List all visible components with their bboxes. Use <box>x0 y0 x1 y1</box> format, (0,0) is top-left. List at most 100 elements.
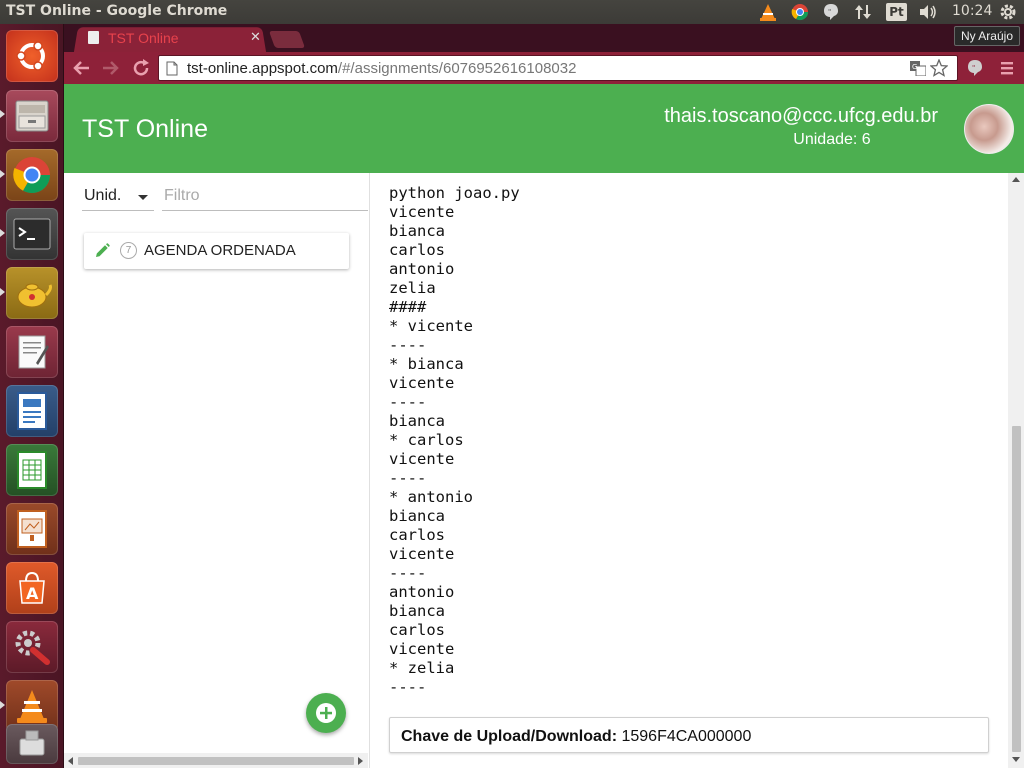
output-line: * vicente <box>389 317 473 335</box>
output-line: ---- <box>389 678 427 696</box>
output-line: ---- <box>389 393 427 411</box>
page-icon <box>166 61 178 80</box>
scroll-down-icon[interactable] <box>1012 757 1020 762</box>
output-line: carlos <box>389 621 445 639</box>
unit-select-value: Unid. <box>84 187 122 204</box>
output-line: bianca <box>389 222 445 240</box>
svg-text:": " <box>828 8 831 16</box>
scroll-up-icon[interactable] <box>1012 177 1020 182</box>
browser-tab-title[interactable]: TST Online <box>108 30 179 46</box>
upload-key-box: Chave de Upload/Download: 1596F4CA000000 <box>389 717 989 753</box>
output-line: vicente <box>389 640 455 658</box>
scroll-left-icon[interactable] <box>68 757 73 765</box>
output-line: python joao.py <box>389 184 520 202</box>
avatar[interactable] <box>964 104 1014 154</box>
output-line: antonio <box>389 583 455 601</box>
browser-tab-bar: TST Online ✕ Ny Araújo <box>64 24 1024 53</box>
app-title[interactable]: TST Online <box>82 115 208 144</box>
scroll-right-icon[interactable] <box>358 757 363 765</box>
network-icon[interactable] <box>853 3 873 21</box>
chat-tray-icon[interactable]: " <box>822 3 840 21</box>
output-line: vicente <box>389 374 455 392</box>
unit-select[interactable]: Unid. <box>82 181 154 211</box>
genie-teapot-icon[interactable] <box>6 267 58 319</box>
output-line: ---- <box>389 336 427 354</box>
clock[interactable]: 10:24 <box>952 3 992 19</box>
output-line: bianca <box>389 412 445 430</box>
genie-running-indicator <box>0 288 5 296</box>
profile-button[interactable]: Ny Araújo <box>953 26 1020 46</box>
assignment-item[interactable]: 7 AGENDA ORDENADA <box>84 233 349 269</box>
keyboard-layout-icon[interactable]: Pt <box>886 3 907 21</box>
output-line: * bianca <box>389 355 464 373</box>
launcher: A <box>0 24 64 768</box>
impress-icon[interactable] <box>6 503 58 555</box>
upload-key-value[interactable]: 1596F4CA000000 <box>621 728 751 745</box>
volume-icon[interactable] <box>917 3 939 21</box>
output-panel: python joao.py vicente bianca carlos antonio… <box>371 173 1024 768</box>
filter-input[interactable] <box>162 181 368 211</box>
reload-icon[interactable] <box>130 57 152 79</box>
output-line: * antonio <box>389 488 473 506</box>
vlc-running-indicator <box>0 701 5 709</box>
power-gear-icon[interactable] <box>998 3 1018 21</box>
plus-icon <box>316 703 336 723</box>
vertical-scrollbar[interactable] <box>1008 173 1024 768</box>
tab-close-icon[interactable]: ✕ <box>250 30 261 45</box>
output-line: #### <box>389 298 427 316</box>
text-editor-icon[interactable] <box>6 326 58 378</box>
vlc-tray-icon[interactable] <box>758 3 778 21</box>
app-header: TST Online thais.toscano@ccc.ufcg.edu.br… <box>64 84 1024 173</box>
chrome-running-indicator <box>0 170 5 178</box>
chevron-down-icon <box>138 195 148 200</box>
chrome-menu-icon[interactable] <box>996 57 1018 79</box>
output-line: carlos <box>389 241 445 259</box>
files-icon[interactable] <box>6 90 58 142</box>
user-email: thais.toscano@ccc.ufcg.edu.br <box>664 105 938 127</box>
translate-icon[interactable]: G <box>910 61 927 80</box>
new-tab-button[interactable] <box>268 31 306 48</box>
browser-toolbar: tst-online.appspot.com/#/assignments/607… <box>64 52 1024 84</box>
back-arrow-icon[interactable] <box>70 57 92 79</box>
output-line: bianca <box>389 507 445 525</box>
files-running-indicator <box>0 110 5 118</box>
output-line: * carlos <box>389 431 464 449</box>
calc-icon[interactable] <box>6 444 58 496</box>
svg-text:A: A <box>26 584 39 603</box>
output-line: ---- <box>389 469 427 487</box>
chrome-tray-icon[interactable] <box>790 3 810 21</box>
output-line: zelia <box>389 279 436 297</box>
url-host: tst-online.appspot.com <box>187 60 338 77</box>
output-line: carlos <box>389 526 445 544</box>
assignment-count-badge: 7 <box>120 242 137 259</box>
software-center-icon[interactable]: A <box>6 562 58 614</box>
output-line: bianca <box>389 602 445 620</box>
assignment-title: AGENDA ORDENADA <box>144 242 296 259</box>
window-title: TST Online - Google Chrome <box>6 3 228 19</box>
user-unit: Unidade: 6 <box>793 131 871 148</box>
ubuntu-dash-icon[interactable] <box>6 30 58 82</box>
scrollbar-thumb[interactable] <box>1012 426 1021 752</box>
forward-arrow-icon[interactable] <box>100 57 122 79</box>
hangouts-extension-icon[interactable]: " <box>964 57 986 79</box>
assignments-sidebar: Unid. 7 AGENDA ORDENADA <box>64 173 370 768</box>
chrome-icon[interactable] <box>6 149 58 201</box>
bookmark-star-icon[interactable] <box>929 58 949 81</box>
add-button[interactable] <box>306 693 346 733</box>
url-path: /#/assignments/6076952616108032 <box>337 60 577 77</box>
usb-drive-icon[interactable] <box>6 724 58 764</box>
pencil-icon[interactable] <box>94 243 110 263</box>
url-text: tst-online.appspot.com/#/assignments/607… <box>187 60 576 77</box>
output-line: vicente <box>389 203 455 221</box>
terminal-icon[interactable] <box>6 208 58 260</box>
keyboard-layout-label: Pt <box>889 5 904 19</box>
address-bar[interactable]: tst-online.appspot.com/#/assignments/607… <box>158 55 958 81</box>
horizontal-scrollbar[interactable] <box>64 753 368 768</box>
upload-key-label: Chave de Upload/Download: <box>401 728 618 745</box>
system-settings-icon[interactable] <box>6 621 58 673</box>
terminal-running-indicator <box>0 229 5 237</box>
writer-icon[interactable] <box>6 385 58 437</box>
scrollbar-thumb[interactable] <box>78 757 354 765</box>
output-line: vicente <box>389 450 455 468</box>
svg-text:G: G <box>912 63 917 71</box>
